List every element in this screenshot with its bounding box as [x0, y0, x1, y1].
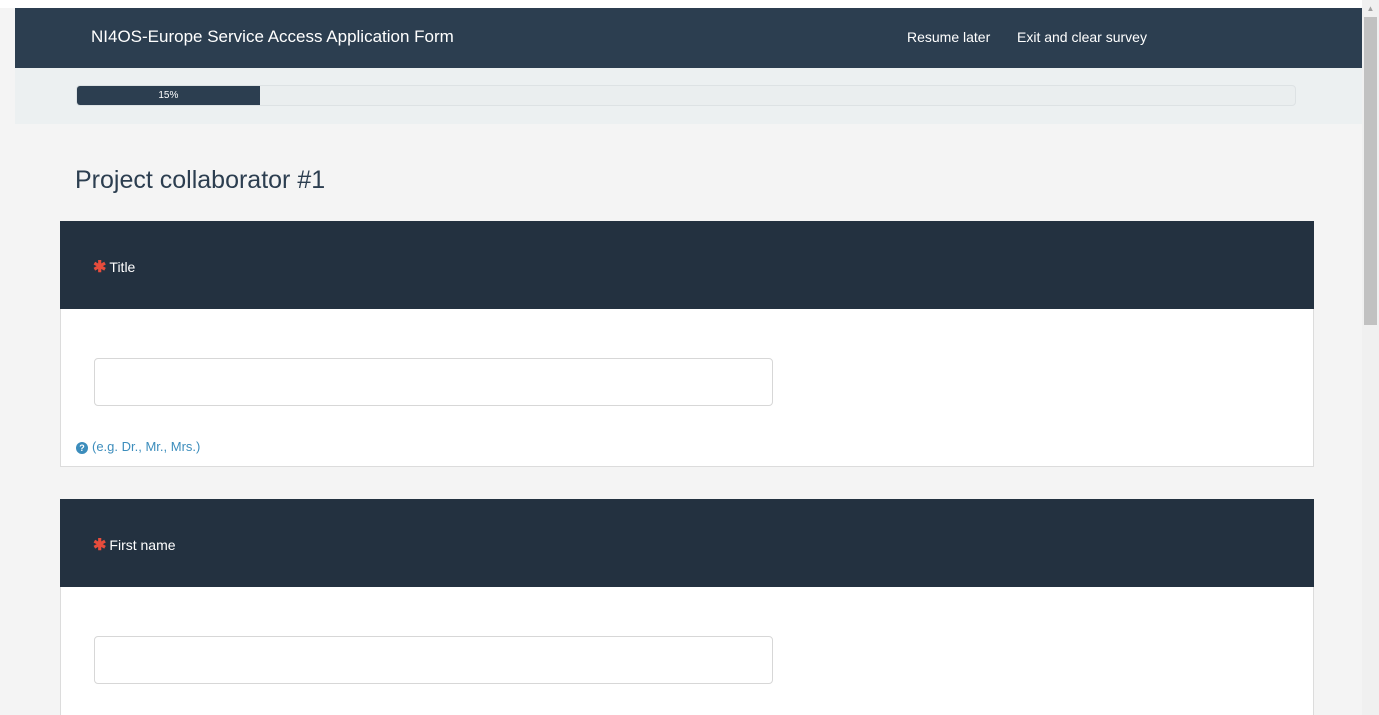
group-title: Project collaborator #1 [75, 166, 326, 194]
question-label: ✱ First name [93, 535, 176, 555]
question-header: ✱ First name [60, 499, 1314, 587]
scroll-up-arrow-icon[interactable]: ▲ [1362, 0, 1379, 17]
survey-page: NI4OS-Europe Service Access Application … [0, 0, 1379, 715]
question-first-name: ✱ First name [60, 499, 1314, 715]
required-asterisk-icon: ✱ [93, 537, 107, 554]
progress-fill: 15% [77, 86, 260, 105]
question-label-text: First name [109, 537, 176, 553]
vertical-scrollbar[interactable]: ▲ [1362, 0, 1379, 715]
top-strip [0, 0, 1362, 8]
title-input[interactable] [94, 358, 773, 406]
question-title: ✱ Title ? (e.g. Dr., Mr., Mrs.) [60, 221, 1314, 467]
help-question-icon: ? [76, 442, 88, 454]
exit-and-clear-survey-link[interactable]: Exit and clear survey [1017, 29, 1147, 45]
progress-bar: 15% [76, 85, 1296, 106]
question-header: ✱ Title [60, 221, 1314, 309]
help-text: (e.g. Dr., Mr., Mrs.) [92, 439, 201, 454]
required-asterisk-icon: ✱ [93, 259, 107, 276]
first-name-input[interactable] [94, 636, 773, 684]
top-navbar: NI4OS-Europe Service Access Application … [15, 8, 1362, 68]
progress-area: 15% [15, 68, 1362, 124]
question-label-text: Title [109, 259, 136, 275]
survey-title: NI4OS-Europe Service Access Application … [91, 27, 454, 46]
scroll-thumb[interactable] [1364, 17, 1377, 325]
question-help: ? (e.g. Dr., Mr., Mrs.) [76, 439, 200, 454]
question-label: ✱ Title [93, 257, 135, 277]
resume-later-link[interactable]: Resume later [907, 29, 990, 45]
